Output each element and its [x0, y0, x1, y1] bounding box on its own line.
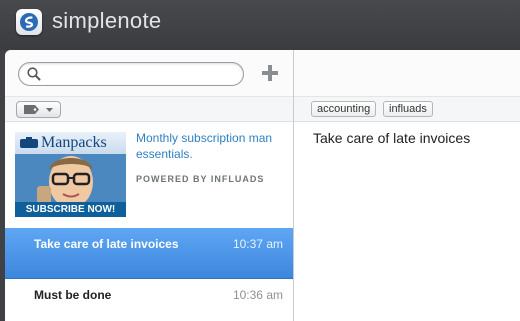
app-window: Manpacks SUBSCRIBE NOW! Monthly subscrip…	[5, 50, 520, 321]
add-note-button[interactable]	[259, 62, 281, 84]
app-title: simplenote	[52, 8, 162, 33]
tag-filter-bar	[5, 97, 293, 122]
simplenote-logo-icon	[16, 9, 42, 35]
note-list-item[interactable]: Take care of late invoices 10:37 am	[5, 228, 293, 279]
ad-person-image	[37, 156, 93, 204]
note-tags-bar[interactable]: accounting influads	[294, 97, 520, 122]
search-icon	[27, 67, 41, 81]
tag-chip-influads[interactable]: influads	[383, 101, 433, 117]
title-bar: simplenote	[0, 0, 520, 50]
chevron-down-icon	[46, 108, 53, 112]
search-toolbar	[5, 50, 293, 97]
ad-subscribe-cta[interactable]: SUBSCRIBE NOW!	[15, 202, 126, 217]
sponsored-ad[interactable]: Manpacks SUBSCRIBE NOW! Monthly subscrip…	[5, 122, 293, 227]
ad-banner-image[interactable]: Manpacks SUBSCRIBE NOW!	[15, 132, 126, 217]
note-title: Must be done	[34, 288, 112, 302]
note-timestamp: 10:36 am	[232, 288, 283, 302]
ad-brand-bar: Manpacks	[15, 132, 126, 154]
search-field[interactable]	[18, 62, 244, 86]
tag-filter-button[interactable]	[16, 101, 61, 118]
note-list-pane: Manpacks SUBSCRIBE NOW! Monthly subscrip…	[5, 50, 294, 321]
plus-icon	[262, 65, 278, 81]
note-list-item[interactable]: Must be done 10:36 am	[5, 279, 293, 321]
editor-toolbar	[294, 50, 520, 97]
tag-icon	[24, 105, 39, 114]
ad-brand-name: Manpacks	[41, 134, 107, 151]
manpacks-logo-icon	[20, 137, 38, 148]
ad-powered-by: POWERED BY INFLUADS	[136, 174, 265, 184]
note-title: Take care of late invoices	[34, 237, 179, 251]
note-editor-pane: accounting influads Take care of late in…	[294, 50, 520, 321]
tag-chip-accounting[interactable]: accounting	[311, 101, 377, 117]
note-content[interactable]: Take care of late invoices	[313, 130, 470, 146]
search-input[interactable]	[47, 65, 237, 84]
note-timestamp: 10:37 am	[232, 237, 283, 251]
ad-link-text[interactable]: Monthly subscription man essentials.	[136, 130, 286, 162]
note-list: Take care of late invoices 10:37 am Must…	[5, 228, 293, 321]
